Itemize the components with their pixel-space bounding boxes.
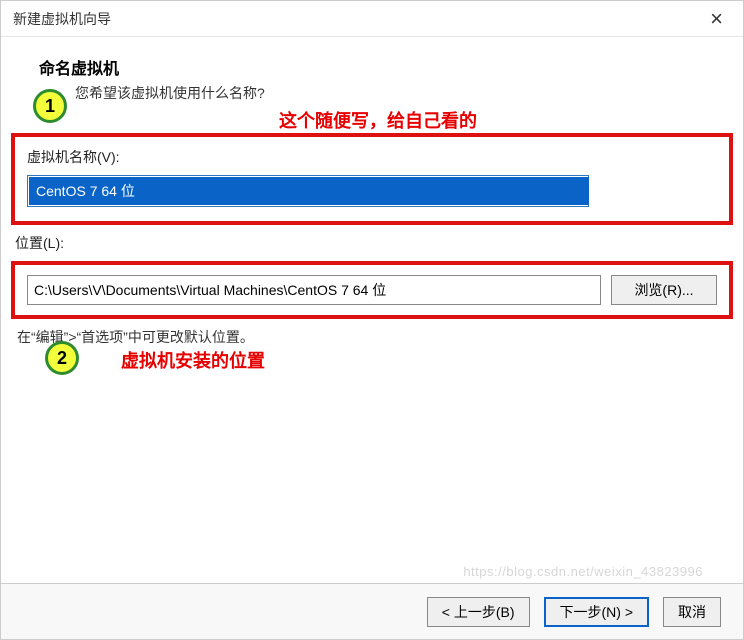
watermark-text: https://blog.csdn.net/weixin_43823996: [463, 564, 703, 579]
vm-name-input-wrapper: CentOS 7 64 位: [27, 175, 589, 207]
wizard-subheading: 您希望该虚拟机使用什么名称?: [75, 83, 733, 103]
location-label: 位置(L):: [15, 233, 733, 253]
back-button[interactable]: < 上一步(B): [427, 597, 530, 627]
annotation-bullet-1: 1: [33, 89, 67, 123]
wizard-header: 命名虚拟机 您希望该虚拟机使用什么名称?: [1, 37, 743, 109]
annotation-note-2: 虚拟机安装的位置: [121, 347, 265, 373]
location-input[interactable]: C:\Users\V\Documents\Virtual Machines\Ce…: [27, 275, 601, 305]
wizard-window: 新建虚拟机向导 × 命名虚拟机 您希望该虚拟机使用什么名称? 1 这个随便写，给…: [0, 0, 744, 640]
browse-button[interactable]: 浏览(R)...: [611, 275, 717, 305]
next-button[interactable]: 下一步(N) >: [544, 597, 650, 627]
location-row: C:\Users\V\Documents\Virtual Machines\Ce…: [27, 275, 717, 305]
name-section-highlight: 虚拟机名称(V): CentOS 7 64 位: [11, 133, 733, 225]
vm-name-label: 虚拟机名称(V):: [27, 147, 717, 167]
content-area: 虚拟机名称(V): CentOS 7 64 位 位置(L): C:\Users\…: [11, 133, 733, 347]
cancel-button[interactable]: 取消: [663, 597, 721, 627]
titlebar: 新建虚拟机向导 ×: [1, 1, 743, 37]
close-icon[interactable]: ×: [702, 4, 731, 34]
annotation-note-1: 这个随便写，给自己看的: [279, 107, 477, 133]
location-section-highlight: C:\Users\V\Documents\Virtual Machines\Ce…: [11, 261, 733, 319]
wizard-heading: 命名虚拟机: [39, 55, 733, 79]
vm-name-input[interactable]: CentOS 7 64 位: [29, 177, 589, 205]
window-title: 新建虚拟机向导: [13, 9, 111, 29]
annotation-bullet-2: 2: [45, 341, 79, 375]
default-location-hint: 在“编辑”>“首选项”中可更改默认位置。: [17, 327, 733, 347]
wizard-footer: < 上一步(B) 下一步(N) > 取消: [1, 583, 743, 639]
